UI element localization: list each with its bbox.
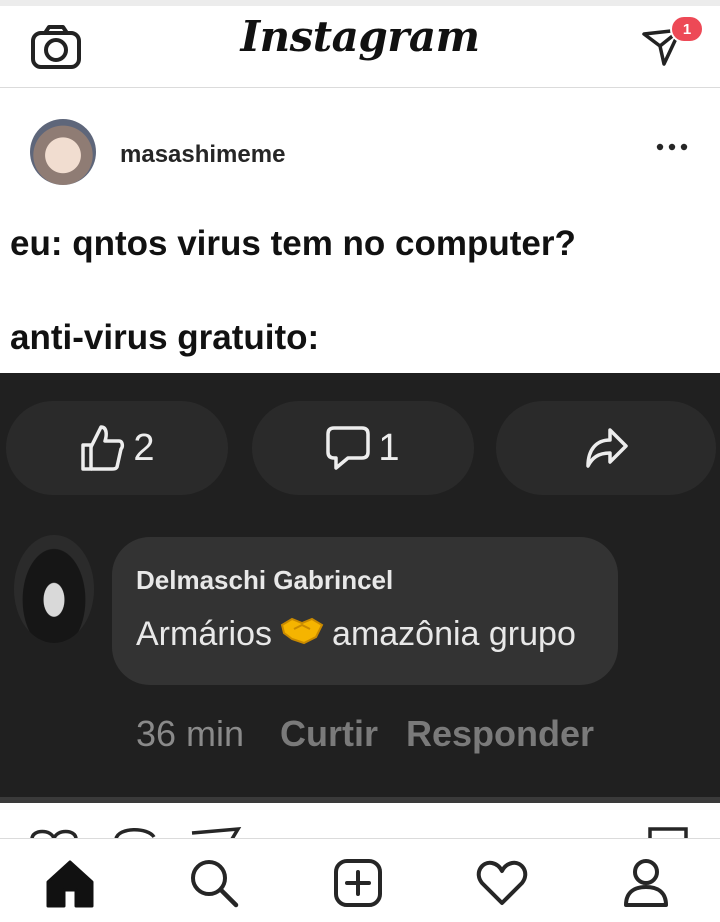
comment-reply-button[interactable]: Responder bbox=[406, 713, 594, 755]
poster-avatar[interactable] bbox=[30, 119, 96, 185]
comment-text-start: Armários bbox=[136, 615, 273, 653]
handshake-emoji-icon bbox=[280, 615, 324, 654]
notification-badge: 1 bbox=[670, 15, 704, 43]
home-icon[interactable] bbox=[40, 853, 100, 913]
comment-like-button[interactable]: Curtir bbox=[280, 713, 378, 755]
comment-text: Armários amazônia grupo bbox=[136, 615, 576, 654]
app-logo: Instagram bbox=[240, 12, 480, 61]
share-button[interactable] bbox=[496, 401, 716, 495]
comment-timestamp: 36 min bbox=[136, 713, 245, 754]
activity-icon[interactable] bbox=[472, 853, 532, 913]
like-button[interactable]: 2 bbox=[6, 401, 228, 495]
comment-bubble-icon bbox=[326, 426, 371, 470]
like-count: 2 bbox=[133, 426, 155, 469]
share-arrow-icon bbox=[586, 428, 628, 468]
more-options-icon[interactable] bbox=[652, 135, 692, 159]
app-header: Instagram 1 bbox=[0, 6, 720, 88]
bottom-tab-bar bbox=[0, 838, 720, 922]
comment-text-end: amazônia grupo bbox=[332, 615, 576, 653]
commenter-name[interactable]: Delmaschi Gabrincel bbox=[136, 565, 393, 596]
new-post-icon[interactable] bbox=[328, 853, 388, 913]
profile-icon[interactable] bbox=[616, 853, 676, 913]
meme-screenshot-panel: 2 1 Delmaschi Gabrincel Armários amazôni… bbox=[0, 373, 720, 797]
post-header: masashimeme bbox=[0, 89, 720, 199]
post-action-row-partial bbox=[0, 803, 720, 840]
comment-button[interactable]: 1 bbox=[252, 401, 474, 495]
commenter-avatar[interactable] bbox=[14, 535, 94, 643]
comment-bubble: Delmaschi Gabrincel Armários amazônia gr… bbox=[112, 537, 618, 685]
meme-text-line-2: anti-virus gratuito: bbox=[10, 318, 320, 357]
poster-username[interactable]: masashimeme bbox=[120, 141, 285, 169]
comment-count: 1 bbox=[378, 426, 400, 469]
thumbs-up-icon bbox=[81, 425, 125, 471]
meme-text-line-1: eu: qntos virus tem no computer? bbox=[10, 224, 576, 263]
search-icon[interactable] bbox=[184, 853, 244, 913]
